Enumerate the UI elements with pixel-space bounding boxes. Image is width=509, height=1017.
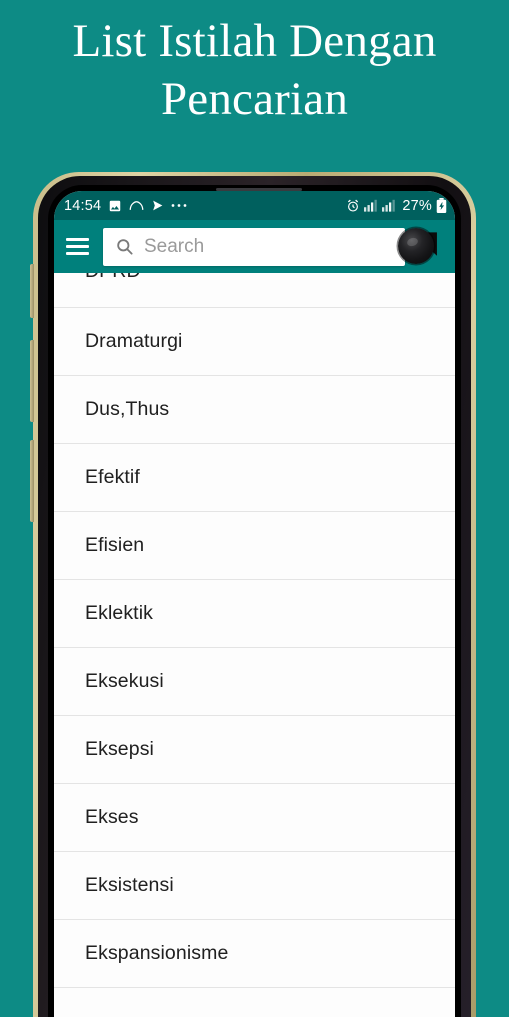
cloud-icon — [129, 200, 144, 211]
status-bar-left: 14:54 — [64, 198, 346, 214]
list-item-label: Eksepsi — [85, 738, 154, 760]
status-bar-right: 27% — [346, 198, 447, 214]
search-placeholder-text: Search — [144, 235, 205, 257]
list-item-label: Efektif — [85, 466, 140, 488]
list-item[interactable]: Dramaturgi — [54, 308, 455, 376]
phone-side-button-1[interactable] — [30, 264, 34, 318]
list-item[interactable]: Eksepsi — [54, 716, 455, 784]
list-item-label: Eksistensi — [85, 874, 174, 896]
list-item[interactable]: Ekspansionisme — [54, 920, 455, 988]
phone-side-button-2[interactable] — [30, 340, 34, 422]
signal-bars-icon — [364, 199, 378, 212]
list-item-label: Ekspansionisme — [85, 942, 229, 964]
status-bar-clock: 14:54 — [64, 197, 102, 214]
list-item[interactable]: DPRD — [54, 273, 455, 308]
list-item-label: DPRD — [85, 273, 141, 283]
front-camera-punch-hole — [398, 228, 434, 264]
status-bar: 14:54 27% — [54, 191, 455, 220]
list-item-label: Ekses — [85, 806, 139, 828]
list-item-label: Eksekusi — [85, 670, 164, 692]
list-item[interactable]: Eksistensi — [54, 852, 455, 920]
magnifier-icon — [115, 237, 134, 256]
phone-screen: 14:54 27% Search Dramaturgi Dus,Thus Efe… — [54, 191, 455, 1017]
battery-percent-label: 27% — [402, 197, 432, 214]
phone-side-button-3[interactable] — [30, 440, 34, 522]
play-arrow-icon — [151, 199, 164, 212]
list-item[interactable] — [54, 988, 455, 1017]
list-item-label: Efisien — [85, 534, 145, 556]
list-item-label: Dus,Thus — [85, 398, 170, 420]
list-item[interactable]: Efektif — [54, 444, 455, 512]
list-item-label: Eklektik — [85, 602, 153, 624]
list-item-label: Dramaturgi — [85, 330, 183, 352]
term-list[interactable]: DPRD Dramaturgi Dus,Thus Efektif Efisien Ekle… — [54, 273, 455, 1017]
list-item[interactable]: Ekses — [54, 784, 455, 852]
list-item[interactable]: Eklektik — [54, 580, 455, 648]
phone-mockup: 14:54 27% Search Dramaturgi Dus,Thus Efe… — [30, 172, 476, 1017]
signal-bars-icon — [382, 199, 396, 212]
banner: List Istilah Dengan Pencarian — [0, 0, 509, 168]
phone-bezel: 14:54 27% Search Dramaturgi Dus,Thus Efe… — [38, 176, 471, 1017]
list-item[interactable]: Dus,Thus — [54, 376, 455, 444]
battery-icon — [436, 198, 447, 213]
page-title: List Istilah Dengan Pencarian — [72, 15, 437, 125]
alarm-icon — [346, 199, 360, 213]
more-dots-icon — [171, 203, 187, 208]
image-icon — [108, 199, 122, 213]
list-item[interactable]: Efisien — [54, 512, 455, 580]
list-item[interactable]: Eksekusi — [54, 648, 455, 716]
search-input[interactable]: Search — [103, 227, 405, 266]
hamburger-menu-icon[interactable] — [66, 238, 89, 255]
app-bar: Search — [54, 220, 455, 273]
